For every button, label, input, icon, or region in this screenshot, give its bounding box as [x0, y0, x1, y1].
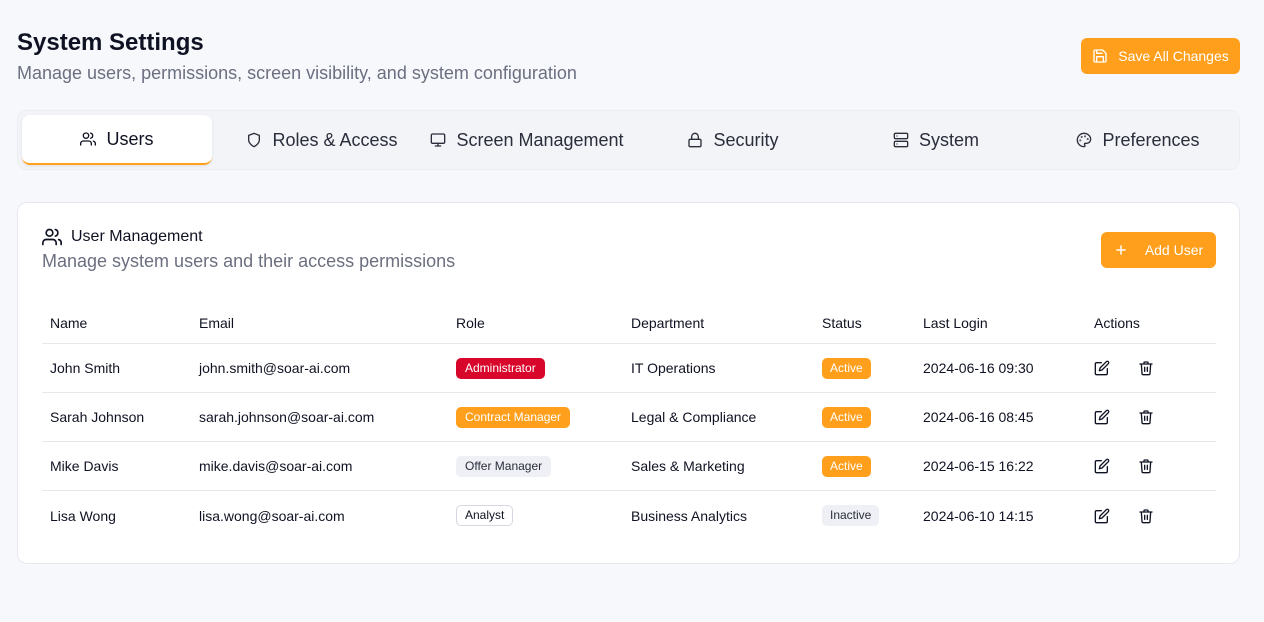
shield-icon: [248, 132, 261, 148]
users-table: Name Email Role Department Status Last L…: [42, 303, 1216, 540]
page-subtitle: Manage users, permissions, screen visibi…: [17, 63, 577, 83]
trash-icon: [1139, 459, 1153, 474]
user-department: Legal & Compliance: [631, 409, 757, 425]
status-badge: Active: [822, 406, 871, 428]
monitor-icon: [431, 133, 446, 147]
user-name: Lisa Wong: [50, 507, 116, 524]
card-title-label: User Management: [71, 228, 203, 245]
column-header-actions: Actions: [1094, 315, 1140, 331]
column-header-email: Email: [199, 315, 235, 331]
table-header-row: Name Email Role Department Status Last L…: [42, 303, 1216, 344]
card-title: User Management: [42, 227, 203, 247]
user-department: IT Operations: [631, 360, 716, 376]
save-icon: [1093, 49, 1107, 63]
column-header-status: Status: [822, 315, 862, 331]
users-icon: [42, 228, 62, 246]
column-header-department: Department: [631, 315, 705, 331]
trash-icon: [1139, 508, 1153, 523]
server-icon: [893, 132, 909, 148]
edit-icon: [1094, 508, 1110, 523]
user-last-login: 2024-06-15 16:22: [923, 458, 1034, 474]
user-email: mike.davis@soar-ai.com: [199, 458, 353, 474]
table-row: Lisa Wong lisa.wong@soar-ai.com Analyst …: [42, 491, 1216, 540]
tab-users[interactable]: Users: [22, 115, 212, 165]
delete-user-button[interactable]: [1135, 505, 1157, 527]
edit-icon: [1094, 409, 1110, 425]
delete-user-button[interactable]: [1135, 455, 1157, 477]
palette-icon: [1077, 132, 1092, 148]
user-management-card: User Management Manage system users and …: [17, 202, 1240, 564]
tab-screen-management[interactable]: Screen Management: [423, 115, 631, 165]
tab-preferences[interactable]: Preferences: [1038, 115, 1238, 165]
table-row: Mike Davis mike.davis@soar-ai.com Offer …: [42, 442, 1216, 491]
edit-icon: [1094, 458, 1110, 474]
role-badge: Offer Manager: [456, 455, 552, 477]
users-icon: [80, 132, 97, 146]
card-subtitle: Manage system users and their access per…: [42, 251, 456, 271]
column-header-role: Role: [456, 315, 485, 331]
lock-icon: [688, 132, 703, 148]
column-header-name: Name: [50, 315, 88, 331]
user-email: sarah.johnson@soar-ai.com: [199, 409, 375, 425]
add-user-label: Add User: [1144, 242, 1204, 258]
tab-system[interactable]: System: [836, 115, 1036, 165]
edit-user-button[interactable]: [1091, 505, 1113, 527]
user-last-login: 2024-06-16 08:45: [923, 409, 1034, 425]
role-badge: Analyst: [456, 505, 514, 526]
tab-security[interactable]: Security: [633, 115, 833, 165]
user-name: John Smith: [50, 360, 121, 376]
edit-user-button[interactable]: [1091, 406, 1113, 428]
page-title: System Settings: [17, 29, 204, 56]
user-department: Sales & Marketing: [631, 458, 745, 474]
edit-user-button[interactable]: [1091, 455, 1113, 477]
tab-roles-access[interactable]: Roles & Access: [225, 115, 419, 165]
save-all-changes-button[interactable]: Save All Changes: [1081, 38, 1240, 74]
column-header-last-login: Last Login: [923, 315, 988, 331]
tab-roles-access-label: Roles & Access: [272, 129, 398, 150]
user-name: Sarah Johnson: [50, 409, 145, 425]
page-header: System Settings Manage users, permission…: [17, 28, 577, 88]
settings-tabs: Users Roles & Access Screen Management S…: [17, 110, 1240, 170]
tab-users-label: Users: [106, 128, 154, 149]
status-badge: Active: [822, 357, 871, 379]
trash-icon: [1139, 361, 1153, 376]
user-last-login: 2024-06-10 14:15: [923, 507, 1034, 524]
table-row: Sarah Johnson sarah.johnson@soar-ai.com …: [42, 393, 1216, 442]
delete-user-button[interactable]: [1135, 406, 1157, 428]
save-all-changes-label: Save All Changes: [1118, 48, 1229, 64]
tab-system-label: System: [918, 129, 979, 150]
role-badge: Contract Manager: [456, 406, 571, 428]
role-badge: Administrator: [456, 357, 545, 379]
user-last-login: 2024-06-16 09:30: [923, 360, 1034, 376]
user-email: lisa.wong@soar-ai.com: [199, 507, 345, 524]
status-badge: Active: [822, 455, 871, 477]
tab-security-label: Security: [713, 129, 779, 150]
user-email: john.smith@soar-ai.com: [199, 360, 351, 376]
delete-user-button[interactable]: [1135, 357, 1157, 379]
edit-icon: [1094, 360, 1110, 376]
add-user-button[interactable]: Add User: [1101, 232, 1216, 268]
tab-preferences-label: Preferences: [1102, 129, 1200, 150]
tab-screen-management-label: Screen Management: [456, 129, 624, 150]
user-name: Mike Davis: [50, 458, 119, 474]
user-department: Business Analytics: [631, 507, 747, 524]
status-badge: Inactive: [822, 505, 880, 526]
trash-icon: [1139, 410, 1153, 425]
table-row: John Smith john.smith@soar-ai.com Admini…: [42, 344, 1216, 393]
plus-icon: [1116, 245, 1126, 255]
edit-user-button[interactable]: [1091, 357, 1113, 379]
